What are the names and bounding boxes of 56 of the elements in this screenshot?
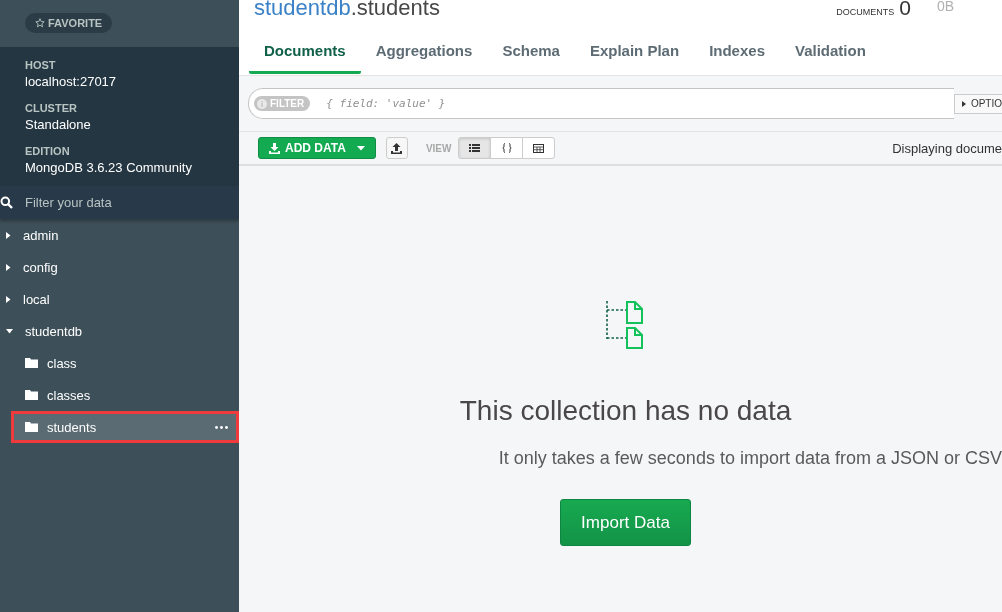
folder-icon: [25, 390, 38, 400]
info-label: HOST: [25, 59, 57, 71]
filter-badge: FILTER: [254, 96, 311, 111]
info-label: CLUSTER: [25, 102, 78, 114]
empty-state-message: It only takes a few seconds to import data from a JSON or CSV: [498, 448, 1002, 469]
caret-down-icon: [356, 145, 365, 151]
info-label: EDITION: [25, 145, 71, 157]
database-item[interactable]: admin: [0, 219, 239, 251]
database-item[interactable]: studentdb: [0, 315, 239, 347]
braces-icon: [501, 143, 512, 153]
info-value: Standalone: [25, 117, 92, 132]
tab[interactable]: Indexes: [694, 36, 780, 74]
tab[interactable]: Schema: [487, 36, 575, 74]
favorite-button[interactable]: FAVORITE: [25, 13, 113, 33]
list-icon: [469, 144, 481, 152]
view-toggle[interactable]: [458, 137, 492, 159]
folder-icon: [25, 422, 38, 432]
view-toggle[interactable]: [522, 137, 556, 159]
caret-right-icon: [961, 100, 966, 107]
upload-icon: [391, 142, 403, 154]
view-label: VIEW: [425, 142, 452, 154]
stat-label: DOCUMENTS: [836, 7, 895, 17]
query-input-field[interactable]: { field: 'value' }: [324, 96, 954, 111]
database-item[interactable]: local: [0, 283, 239, 315]
folder-icon: [25, 358, 38, 368]
view-toggle[interactable]: [490, 137, 524, 159]
export-button[interactable]: [385, 137, 408, 159]
tab[interactable]: Documents: [249, 36, 361, 74]
tab[interactable]: Aggregations: [360, 36, 488, 74]
database-item[interactable]: config: [0, 251, 239, 283]
empty-state-title: This collection has no data: [459, 395, 792, 427]
documents-icon: [605, 300, 646, 349]
tab[interactable]: Validation: [780, 36, 881, 74]
collection-item[interactable]: students: [11, 411, 239, 443]
star-icon: [35, 18, 45, 28]
info-icon: [257, 98, 267, 109]
tab[interactable]: Explain Plan: [574, 36, 695, 74]
table-icon: [533, 143, 545, 153]
stat-value: 0: [899, 0, 911, 20]
info-value: localhost:27017: [25, 74, 118, 89]
caret-right-icon: [6, 231, 11, 239]
options-button[interactable]: OPTIO: [953, 93, 1002, 114]
status-text: Displaying docume: [892, 140, 1002, 156]
collection-item[interactable]: class: [0, 347, 239, 379]
filter-input[interactable]: Filter your data: [23, 194, 239, 211]
search-icon: [0, 196, 13, 209]
collection-item[interactable]: classes: [0, 379, 239, 411]
caret-down-icon: [6, 328, 13, 334]
download-icon: [269, 142, 280, 154]
more-icon[interactable]: [215, 425, 228, 429]
caret-right-icon: [6, 263, 11, 271]
info-value: MongoDB 3.6.23 Community: [25, 160, 193, 175]
filter-field[interactable]: Filter your data: [0, 186, 239, 219]
stat-value: 0B: [936, 0, 954, 14]
caret-right-icon: [6, 295, 11, 303]
import-data-button[interactable]: Import Data: [560, 499, 691, 546]
